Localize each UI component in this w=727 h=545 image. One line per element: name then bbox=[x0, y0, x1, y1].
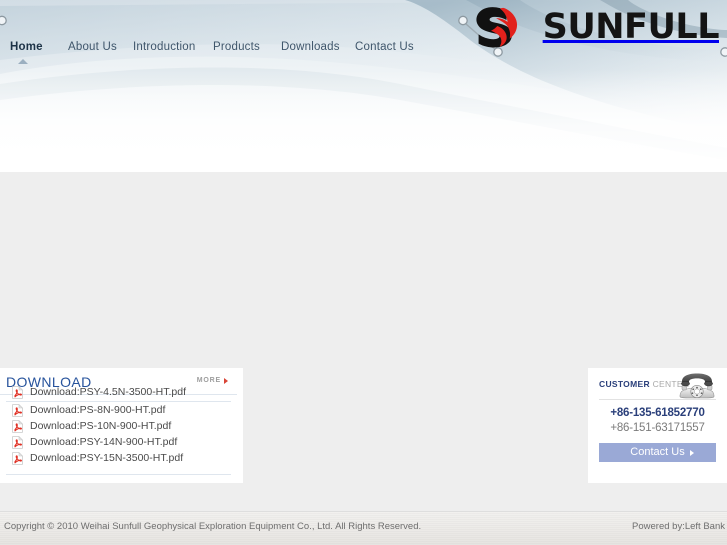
contact-us-button-label: Contact Us bbox=[630, 446, 685, 458]
nav-active-triangle-up-icon bbox=[18, 59, 28, 64]
list-divider bbox=[6, 474, 231, 475]
customer-center-divider bbox=[599, 399, 716, 400]
logo-wordmark: SUNFULL bbox=[542, 7, 720, 47]
customer-center-title-bold: CUSTOMER bbox=[599, 379, 650, 389]
pdf-file-icon bbox=[12, 452, 23, 465]
customer-center-phone-secondary: +86-151-63171557 bbox=[610, 422, 705, 434]
download-file-label: Download:PS-10N-900-HT.pdf bbox=[30, 419, 172, 432]
list-item[interactable]: Download:PS-8N-900-HT.pdf bbox=[0, 402, 243, 418]
list-item[interactable]: Download:PS-10N-900-HT.pdf bbox=[0, 418, 243, 434]
customer-center-header: CUSTOMER CENTER bbox=[588, 368, 727, 399]
footer-copyright: Copyright © 2010 Weihai Sunfull Geophysi… bbox=[4, 521, 422, 532]
pdf-file-icon bbox=[12, 419, 23, 433]
rotary-telephone-icon bbox=[679, 373, 715, 399]
download-list: Download:PSY-4.5N-3500-HT.pdf Download:P… bbox=[0, 386, 243, 475]
customer-center-panel: CUSTOMER CENTER +86-135-61852770 +86-151… bbox=[588, 368, 727, 483]
nav-item-products[interactable]: Products bbox=[213, 40, 260, 54]
nav-item-about-us[interactable]: About Us bbox=[68, 40, 117, 54]
nav-item-home[interactable]: Home bbox=[10, 40, 43, 54]
nav-item-introduction[interactable]: Introduction bbox=[133, 40, 196, 54]
download-file-label: Download:PSY-15N-3500-HT.pdf bbox=[30, 452, 184, 465]
download-file-label: Download:PS-8N-900-HT.pdf bbox=[30, 403, 166, 416]
contact-us-button[interactable]: Contact Us bbox=[599, 443, 716, 462]
pdf-file-icon bbox=[12, 403, 23, 417]
sunfull-s-flame-logo-icon bbox=[476, 7, 517, 48]
pdf-file-icon bbox=[12, 386, 23, 399]
download-file-label: Download:PSY-14N-900-HT.pdf bbox=[30, 435, 178, 448]
site-footer: Copyright © 2010 Weihai Sunfull Geophysi… bbox=[0, 511, 727, 545]
download-more-link[interactable]: MORE bbox=[197, 377, 221, 384]
list-item[interactable]: Download:PSY-15N-3500-HT.pdf bbox=[0, 451, 243, 467]
pdf-file-icon bbox=[12, 435, 23, 449]
caret-right-icon bbox=[224, 378, 228, 384]
download-panel: DOWNLOAD MORE Download:PSY-4.5N-3500-HT.… bbox=[0, 368, 243, 483]
nav-item-contact-us[interactable]: Contact Us bbox=[355, 40, 414, 54]
site-logo[interactable]: SUNFULL bbox=[474, 4, 720, 50]
download-file-label: Download:PSY-4.5N-3500-HT.pdf bbox=[30, 386, 187, 398]
primary-navigation[interactable]: Home About Us Introduction Products Down… bbox=[0, 40, 470, 70]
customer-center-phone-primary: +86-135-61852770 bbox=[610, 407, 705, 419]
footer-powered-by: Powered by:Left Bank bbox=[632, 521, 725, 532]
caret-right-icon bbox=[690, 450, 694, 456]
page-root: Home About Us Introduction Products Down… bbox=[0, 0, 727, 545]
nav-item-downloads[interactable]: Downloads bbox=[281, 40, 340, 54]
site-header: Home About Us Introduction Products Down… bbox=[0, 0, 727, 172]
list-item[interactable]: Download:PSY-14N-900-HT.pdf bbox=[0, 434, 243, 450]
list-item[interactable]: Download:PSY-4.5N-3500-HT.pdf bbox=[0, 386, 243, 399]
